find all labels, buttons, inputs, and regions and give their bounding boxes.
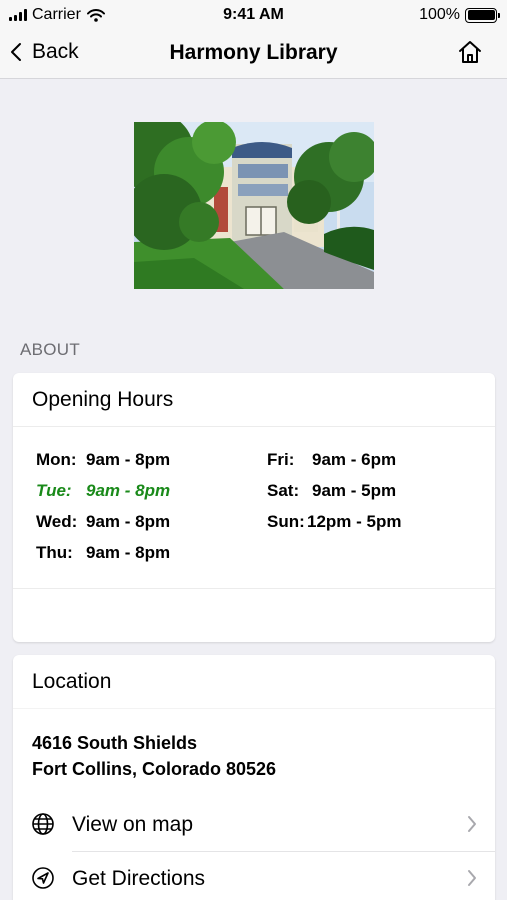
opening-hours-card: Opening Hours Mon: 9am - 8pm Tue: 9am - … xyxy=(13,373,495,642)
hours-row-sun: Sun: 12pm - 5pm xyxy=(267,512,401,532)
status-bar: Carrier 9:41 AM 100% xyxy=(0,0,507,30)
address-line-1: 4616 South Shields xyxy=(32,733,198,753)
day-label: Sat: xyxy=(267,481,300,500)
day-hours: 9am - 5pm xyxy=(312,481,397,500)
view-on-map-row[interactable]: View on map xyxy=(13,798,495,851)
navigation-bar: Back Harmony Library xyxy=(0,30,507,79)
hours-footer-divider xyxy=(13,588,495,589)
hours-row-tue-today: Tue: 9am - 8pm xyxy=(36,481,170,501)
day-label: Mon: xyxy=(36,450,77,469)
day-hours: 9am - 8pm xyxy=(86,450,171,469)
address: 4616 South Shields Fort Collins, Colorad… xyxy=(32,730,276,782)
section-label-about: ABOUT xyxy=(20,340,81,359)
battery-icon xyxy=(465,7,500,23)
home-button[interactable] xyxy=(457,39,483,70)
hours-row-sat: Sat: 9am - 5pm xyxy=(267,481,396,501)
navigation-arrow-icon xyxy=(32,867,54,889)
address-line-2: Fort Collins, Colorado 80526 xyxy=(32,759,277,779)
get-directions-label: Get Directions xyxy=(72,866,206,890)
home-icon xyxy=(459,41,481,63)
back-label: Back xyxy=(32,40,79,63)
day-hours: 9am - 8pm xyxy=(86,543,171,562)
view-on-map-label: View on map xyxy=(72,812,194,836)
chevron-right-icon xyxy=(468,816,476,832)
library-photo xyxy=(134,122,374,289)
chevron-left-icon xyxy=(11,43,21,61)
opening-hours-title: Opening Hours xyxy=(13,373,495,427)
hours-row-wed: Wed: 9am - 8pm xyxy=(36,512,170,532)
day-label: Tue: xyxy=(36,481,72,500)
location-title: Location xyxy=(13,655,495,709)
day-hours: 12pm - 5pm xyxy=(307,512,402,531)
hours-row-fri: Fri: 9am - 6pm xyxy=(267,450,396,470)
day-label: Thu: xyxy=(36,543,73,562)
globe-icon xyxy=(32,813,54,835)
day-hours: 9am - 8pm xyxy=(86,481,171,500)
hours-row-mon: Mon: 9am - 8pm xyxy=(36,450,170,470)
day-hours: 9am - 8pm xyxy=(86,512,171,531)
day-label: Sun: xyxy=(267,512,305,531)
location-card: Location 4616 South Shields Fort Collins… xyxy=(13,655,495,900)
day-label: Fri: xyxy=(267,450,295,469)
hours-row-thu: Thu: 9am - 8pm xyxy=(36,543,170,563)
status-right: 100% xyxy=(419,6,500,24)
get-directions-row[interactable]: Get Directions xyxy=(13,852,495,900)
chevron-right-icon xyxy=(468,870,476,886)
battery-percent: 100% xyxy=(419,6,460,23)
day-hours: 9am - 6pm xyxy=(312,450,397,469)
back-button[interactable]: Back xyxy=(10,40,79,64)
day-label: Wed: xyxy=(36,512,78,531)
